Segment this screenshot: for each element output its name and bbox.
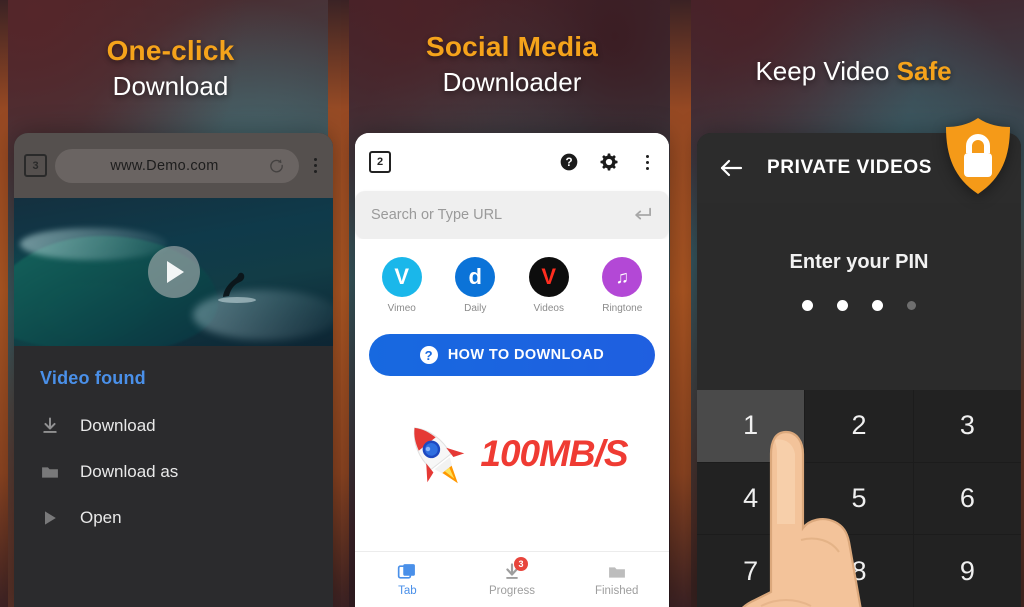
how-to-download-label: HOW TO DOWNLOAD [447, 347, 605, 363]
how-to-download-button[interactable]: ? HOW TO DOWNLOAD [369, 334, 655, 376]
panel-one-click-download: One-click Download 3 www.Demo.com Video … [0, 0, 341, 607]
url-text: www.Demo.com [110, 157, 219, 174]
nav-label: Progress [488, 585, 536, 597]
app-toolbar: 2 ? [355, 133, 669, 191]
folder-icon [607, 562, 627, 582]
headline-line-2: Downloader [442, 67, 582, 97]
videos-icon: V [528, 257, 569, 297]
pin-dot-filled [802, 300, 813, 311]
panel-edge-left [683, 0, 691, 607]
menu-item-download-as[interactable]: Download as [14, 449, 333, 495]
keypad-key-7[interactable]: 7 [697, 535, 805, 607]
page-title: Social Media Downloader [341, 31, 683, 98]
page-title: One-click Download [0, 35, 341, 102]
nav-label: Tab [398, 585, 417, 597]
video-found-label: Video found [40, 368, 146, 388]
menu-item-label: Download [80, 416, 156, 435]
play-button-icon[interactable] [147, 246, 200, 298]
menu-item-label: Download as [80, 462, 179, 481]
download-menu: Download Download as Open [14, 397, 333, 541]
help-circle-icon[interactable]: ? [559, 152, 579, 172]
menu-item-download[interactable]: Download [14, 403, 333, 449]
back-arrow-icon[interactable] [719, 158, 743, 178]
gear-icon[interactable] [599, 152, 619, 172]
pin-title: Enter your PIN [789, 251, 929, 273]
pin-dot-empty [907, 301, 916, 310]
search-placeholder: Search or Type URL [371, 207, 503, 223]
svg-text:?: ? [565, 156, 572, 169]
pin-dots [802, 300, 916, 311]
nav-label: Finished [594, 585, 639, 597]
browser-toolbar: 3 www.Demo.com [14, 133, 333, 198]
headline-prefix: Keep Video [755, 56, 897, 86]
foam-shape-2 [192, 289, 333, 341]
keypad-key-9[interactable]: 9 [913, 535, 1021, 607]
headline-line-1: One-click [106, 35, 235, 66]
tabs-icon [397, 562, 417, 582]
foam-shape-1 [20, 227, 168, 261]
shortcut-label: Ringtone [602, 303, 643, 314]
dailymotion-icon: d [455, 257, 496, 297]
headline-line-2: Download [112, 71, 229, 101]
reload-icon[interactable] [268, 157, 285, 174]
keypad-key-2[interactable]: 2 [805, 390, 913, 462]
more-vertical-icon[interactable] [307, 158, 323, 173]
pin-keypad: 1 2 3 4 5 6 7 8 9 [697, 390, 1021, 607]
video-found-section: Video found [14, 346, 333, 397]
download-arrow-icon: 3 [502, 557, 528, 582]
nav-finished[interactable]: Finished [564, 552, 669, 607]
keypad-key-3[interactable]: 3 [913, 390, 1021, 462]
music-note-icon: ♫ [602, 257, 643, 297]
shortcut-daily[interactable]: d Daily [445, 257, 505, 314]
more-vertical-icon[interactable] [639, 154, 655, 170]
shortcut-vimeo[interactable]: V Vimeo [372, 257, 432, 314]
address-bar[interactable]: www.Demo.com [55, 148, 299, 183]
private-videos-title: PRIVATE VIDEOS [767, 157, 933, 178]
browser-device-mockup: 3 www.Demo.com Video found Download Down… [14, 133, 333, 607]
vimeo-icon: V [381, 257, 422, 297]
pin-entry-area: Enter your PIN [697, 203, 1021, 390]
keypad-key-1[interactable]: 1 [697, 390, 805, 462]
tab-count-box[interactable]: 3 [24, 154, 47, 177]
shortcut-row: V Vimeo d Daily V Videos ♫ Ringtone [355, 239, 669, 320]
nav-progress[interactable]: 3 Progress [460, 552, 565, 607]
video-thumbnail[interactable] [14, 198, 333, 346]
page-title: Keep Video Safe [683, 56, 1024, 87]
keypad-key-8[interactable]: 8 [805, 535, 913, 607]
nav-tab[interactable]: Tab [355, 552, 460, 607]
bottom-navigation: Tab 3 Progress Finished [355, 551, 669, 607]
rocket-icon [414, 427, 465, 484]
surfer-silhouette [217, 272, 256, 304]
shortcut-label: Daily [464, 303, 487, 314]
play-triangle-icon [45, 511, 56, 525]
speed-label: 100MB/S [480, 433, 628, 474]
shortcut-ringtone[interactable]: ♫ Ringtone [592, 257, 652, 314]
shortcut-videos[interactable]: V Videos [519, 257, 579, 314]
headline-line-1: Social Media [425, 31, 598, 62]
shortcut-label: Videos [533, 303, 564, 314]
app-device-mockup: 2 ? Search or Type URL V Vimeo d Daily V… [355, 133, 669, 607]
screenshot-stage: One-click Download 3 www.Demo.com Video … [0, 0, 1024, 607]
search-input[interactable]: Search or Type URL [355, 191, 669, 239]
shield-lock-icon [946, 118, 1010, 194]
progress-badge: 3 [514, 557, 528, 571]
keypad-key-4[interactable]: 4 [697, 462, 805, 535]
panel-social-media-downloader: Social Media Downloader 2 ? Search or Ty… [341, 0, 683, 607]
shortcut-label: Vimeo [387, 303, 416, 314]
keypad-key-6[interactable]: 6 [913, 462, 1021, 535]
enter-arrow-icon[interactable] [631, 206, 653, 224]
keypad-key-5[interactable]: 5 [805, 462, 913, 535]
pin-dot-filled [872, 300, 883, 311]
panel-keep-video-safe: Keep Video Safe PRIVATE VIDEOS Enter you… [683, 0, 1024, 607]
speed-promo: 100MB/S [355, 394, 669, 514]
menu-item-open[interactable]: Open [14, 495, 333, 541]
menu-item-label: Open [80, 508, 122, 527]
folder-icon [42, 467, 58, 478]
question-mark-icon: ? [419, 346, 438, 364]
headline-accent: Safe [896, 56, 952, 86]
pin-dot-filled [837, 300, 848, 311]
download-icon [43, 417, 57, 433]
private-videos-device-mockup: PRIVATE VIDEOS Enter your PIN 1 2 3 4 5 … [697, 133, 1021, 607]
tab-count-box[interactable]: 2 [369, 151, 391, 173]
